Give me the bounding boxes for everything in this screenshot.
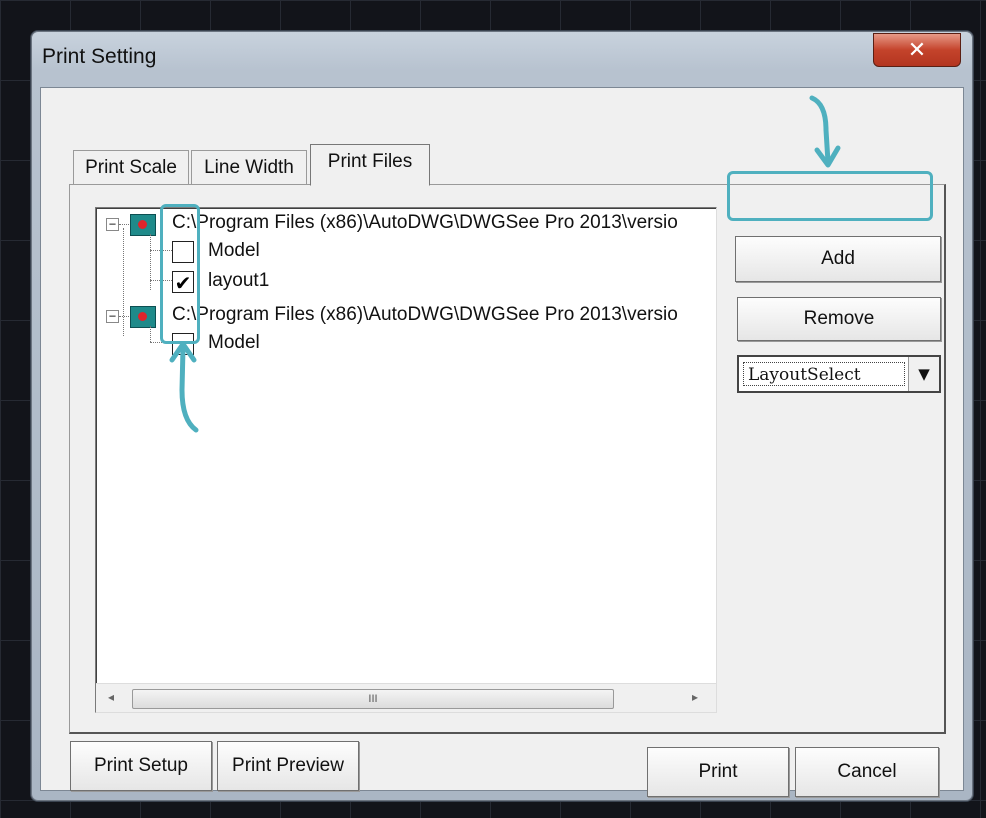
dropdown-arrow-icon[interactable]: ▼ [908,357,939,391]
add-highlight-box [727,171,933,221]
close-button[interactable]: ✕ [873,33,961,67]
layout-select-value: LayoutSelect [743,362,905,386]
horizontal-scrollbar[interactable]: ◂ III ▸ [96,683,716,712]
scroll-right-icon[interactable]: ▸ [692,690,698,704]
collapse-icon[interactable]: − [106,218,119,231]
layout-label: Model [208,332,260,353]
print-setup-button[interactable]: Print Setup [70,741,212,791]
print-preview-button[interactable]: Print Preview [217,741,359,791]
layout-label: Model [208,240,260,261]
layout-label: layout1 [208,270,270,291]
remove-button[interactable]: Remove [737,297,941,341]
checkbox-highlight-box [160,204,200,344]
print-setting-dialog: Print Setting ✕ Print Scale Line Width P… [30,30,974,802]
dwg-file-icon [130,214,156,236]
print-button[interactable]: Print [647,747,789,797]
tab-print-files[interactable]: Print Files [310,144,430,186]
grip-icon: III [368,693,378,705]
print-files-panel: − C:\Program Files (x86)\AutoDWG\DWGSee … [69,184,946,734]
layout-select[interactable]: LayoutSelect ▼ [737,355,941,393]
close-icon: ✕ [907,37,927,63]
tree-line [150,234,151,290]
file-path-1[interactable]: C:\Program Files (x86)\AutoDWG\DWGSee Pr… [172,212,678,234]
scroll-left-icon[interactable]: ◂ [108,690,114,704]
add-button[interactable]: Add [735,236,941,282]
tab-line-width[interactable]: Line Width [191,150,307,184]
dwg-file-icon [130,306,156,328]
tree-line [123,228,124,336]
file-path-2[interactable]: C:\Program Files (x86)\AutoDWG\DWGSee Pr… [172,304,678,326]
scroll-thumb[interactable]: III [132,689,614,709]
window-title: Print Setting [42,45,157,68]
cancel-button[interactable]: Cancel [795,747,939,797]
tab-print-scale[interactable]: Print Scale [73,150,189,184]
collapse-icon[interactable]: − [106,310,119,323]
tree-line [150,326,151,342]
